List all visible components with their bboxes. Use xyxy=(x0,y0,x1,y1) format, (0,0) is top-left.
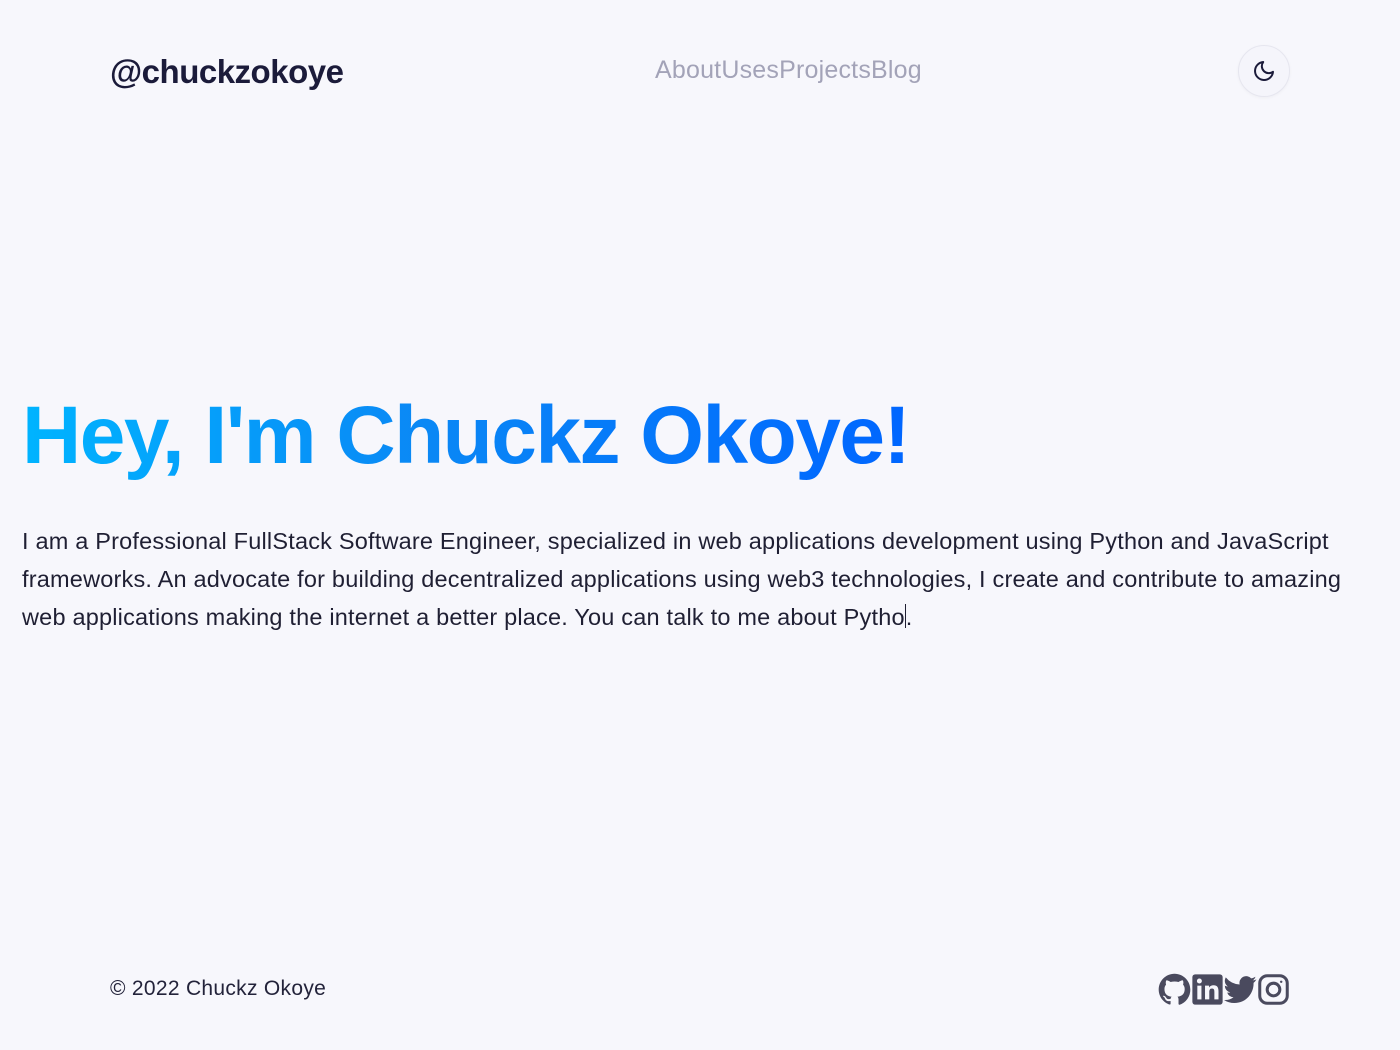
social-links xyxy=(1158,973,1290,1006)
github-icon xyxy=(1158,973,1191,1005)
site-footer: © 2022 Chuckz Okoye xyxy=(110,970,1290,1010)
brand-logo-link[interactable]: @chuckzokoye xyxy=(110,53,344,91)
hero-title: Hey, I'm Chuckz Okoye! xyxy=(22,388,911,484)
nav-link-projects[interactable]: Projects xyxy=(779,56,871,85)
hero-intro-text: I am a Professional FullStack Software E… xyxy=(22,528,1342,630)
github-link[interactable] xyxy=(1158,973,1191,1006)
nav-link-uses[interactable]: Uses xyxy=(721,56,779,85)
linkedin-icon xyxy=(1192,974,1223,1005)
site-header: @chuckzokoye About Uses Projects Blog xyxy=(110,44,1290,98)
main-nav: About Uses Projects Blog xyxy=(655,56,922,85)
twitter-link[interactable] xyxy=(1224,973,1257,1006)
theme-toggle-button[interactable] xyxy=(1238,45,1290,97)
hero-intro-end: . xyxy=(905,604,913,630)
linkedin-link[interactable] xyxy=(1191,973,1224,1006)
hero-section: Hey, I'm Chuckz Okoye! I am a Profession… xyxy=(22,388,1382,636)
instagram-link[interactable] xyxy=(1257,973,1290,1006)
twitter-icon xyxy=(1224,976,1257,1003)
instagram-icon xyxy=(1258,974,1289,1005)
nav-link-blog[interactable]: Blog xyxy=(871,56,922,85)
page: @chuckzokoye About Uses Projects Blog He… xyxy=(0,0,1400,1050)
nav-link-about[interactable]: About xyxy=(655,56,721,85)
moon-icon xyxy=(1254,61,1274,81)
copyright-text: © 2022 Chuckz Okoye xyxy=(110,977,327,1000)
hero-intro: I am a Professional FullStack Software E… xyxy=(22,522,1382,636)
